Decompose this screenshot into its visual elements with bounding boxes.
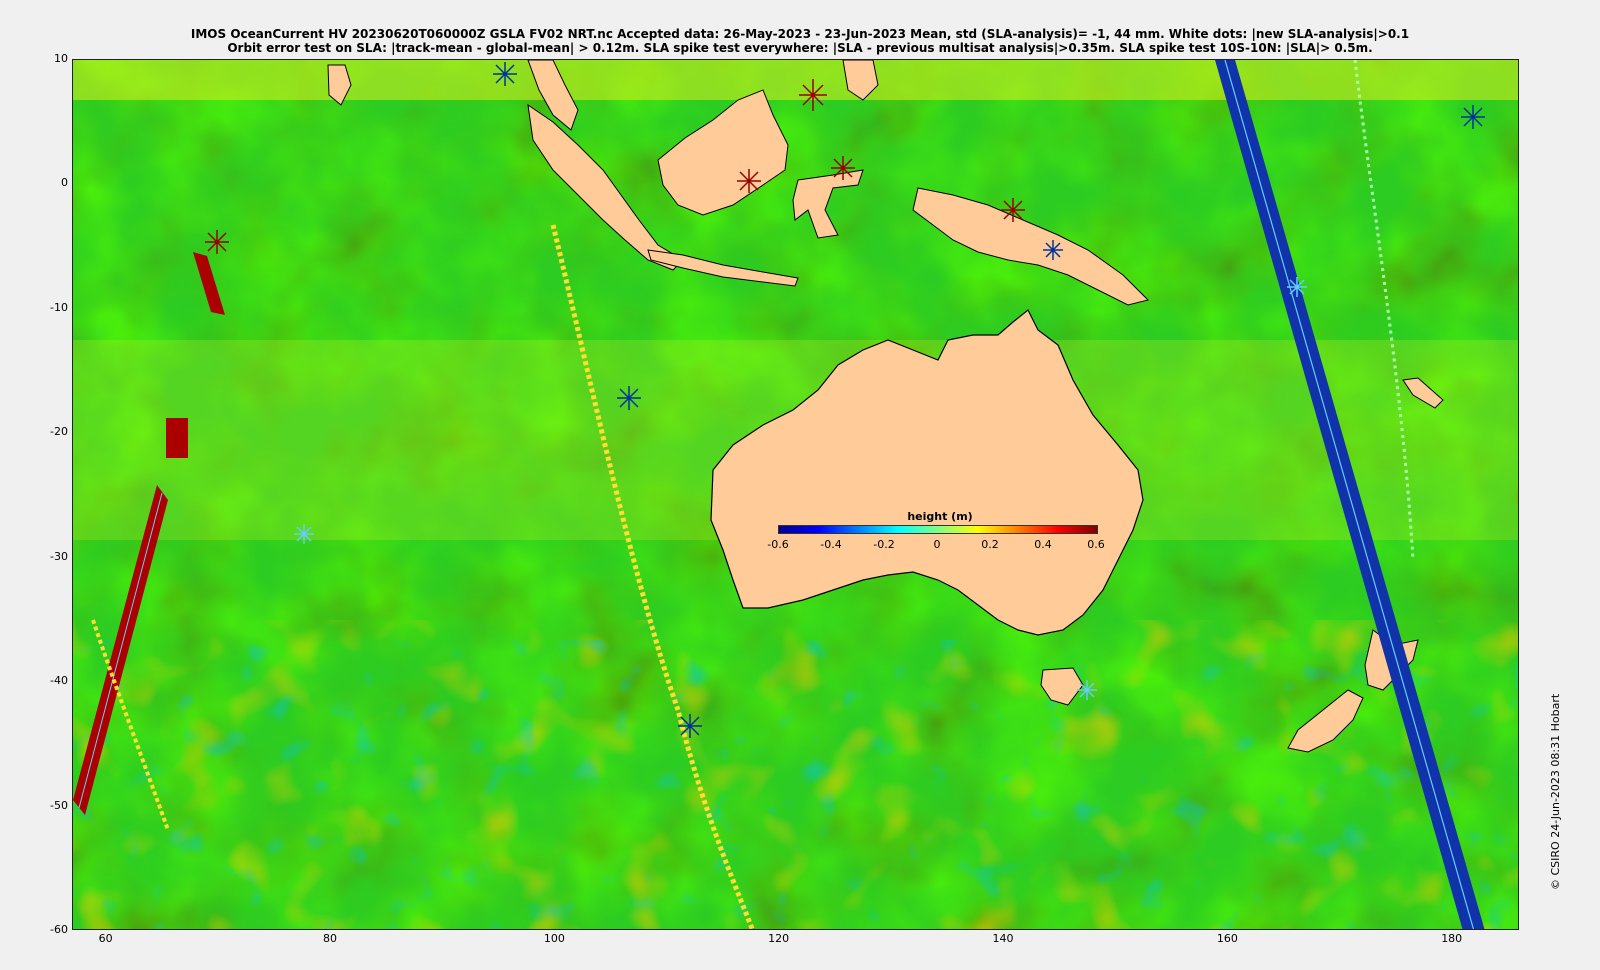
x-tick-60: 60 bbox=[98, 932, 113, 945]
sla-map[interactable] bbox=[72, 59, 1519, 930]
map-canvas bbox=[73, 60, 1519, 930]
title-line-2: Orbit error test on SLA: |track-mean - g… bbox=[227, 41, 1373, 55]
colorbar-tick-04: 0.4 bbox=[1034, 538, 1052, 551]
track-red-segment bbox=[166, 418, 188, 458]
colorbar-tick-m04: -0.4 bbox=[820, 538, 842, 551]
y-tick-m20: -20 bbox=[50, 425, 68, 439]
x-tick-160: 160 bbox=[1216, 932, 1238, 945]
y-tick-10: 10 bbox=[54, 52, 68, 65]
x-tick-140: 140 bbox=[992, 932, 1014, 945]
x-tick-80: 80 bbox=[322, 932, 337, 945]
x-tick-100: 100 bbox=[543, 932, 565, 945]
y-tick-m40: -40 bbox=[50, 674, 68, 688]
credit-text: © CSIRO 24-Jun-2023 08:31 Hobart bbox=[1549, 693, 1562, 890]
x-tick-120: 120 bbox=[768, 932, 790, 945]
y-tick-0: 0 bbox=[61, 176, 68, 190]
ocean-north-band bbox=[73, 60, 1518, 100]
colorbar-tick-m02: -0.2 bbox=[873, 538, 895, 551]
colorbar-tick-m06: -0.6 bbox=[767, 538, 789, 551]
y-tick-m50: -50 bbox=[50, 798, 68, 812]
title-line-1: IMOS OceanCurrent HV 20230620T060000Z GS… bbox=[190, 27, 1410, 41]
y-tick-m60: -60 bbox=[50, 923, 68, 936]
colorbar bbox=[778, 525, 1098, 534]
colorbar-tick-0: 0 bbox=[933, 538, 941, 551]
y-tick-m30: -30 bbox=[50, 549, 68, 563]
y-tick-m10: -10 bbox=[50, 300, 68, 314]
colorbar-tick-02: 0.2 bbox=[981, 538, 999, 551]
colorbar-title: height (m) bbox=[907, 510, 973, 523]
southern-anomalies bbox=[73, 620, 1519, 930]
colorbar-tick-06: 0.6 bbox=[1087, 538, 1105, 551]
x-tick-180: 180 bbox=[1441, 932, 1463, 945]
